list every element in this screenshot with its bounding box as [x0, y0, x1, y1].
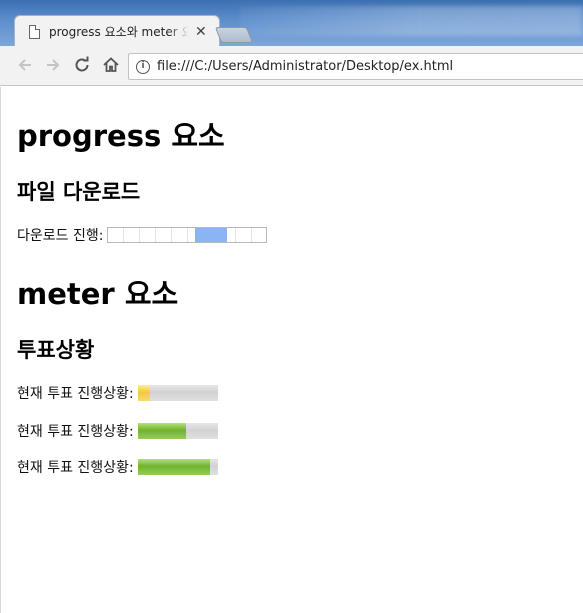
page-icon — [29, 24, 40, 39]
meter-fill — [137, 423, 186, 439]
progress-indicator — [195, 228, 227, 242]
reload-icon[interactable] — [72, 56, 92, 76]
page-left-border — [0, 87, 1, 613]
new-tab-button[interactable] — [214, 27, 254, 43]
vote-row: 현재 투표 진행상황: — [17, 457, 218, 477]
meter-heading: meter 요소 — [17, 277, 179, 311]
browser-tab[interactable]: progress 요소와 meter 요소 ✕ — [14, 15, 220, 46]
download-label: 다운로드 진행: — [17, 228, 104, 244]
home-icon[interactable] — [101, 56, 121, 76]
progress-segments — [108, 228, 266, 242]
close-tab-icon[interactable]: ✕ — [195, 25, 207, 39]
blurred-background — [240, 6, 583, 36]
browser-toolbar: i file:///C:/Users/Administrator/Desktop… — [0, 46, 583, 86]
download-row: 다운로드 진행: — [17, 225, 268, 245]
vote-label: 현재 투표 진행상황: — [17, 424, 134, 440]
address-bar[interactable]: i file:///C:/Users/Administrator/Desktop… — [128, 53, 583, 80]
progress-heading: progress 요소 — [17, 119, 225, 153]
browser-titlebar: progress 요소와 meter 요소 ✕ — [0, 0, 583, 46]
vote-label: 현재 투표 진행상황: — [17, 386, 134, 402]
download-heading: 파일 다운로드 — [17, 180, 141, 204]
forward-arrow-icon[interactable] — [43, 56, 63, 76]
back-arrow-icon[interactable] — [15, 56, 35, 76]
vote-label: 현재 투표 진행상황: — [17, 460, 134, 476]
meter-fill — [137, 459, 210, 475]
vote-meter — [137, 459, 218, 475]
vote-heading: 투표상황 — [17, 338, 95, 362]
vote-meter — [137, 423, 218, 439]
download-progress-bar — [107, 227, 268, 243]
tab-title: progress 요소와 meter 요소 — [49, 25, 189, 39]
vote-row: 현재 투표 진행상황: — [17, 421, 218, 441]
page-content: progress 요소 파일 다운로드 다운로드 진행: meter 요소 투표… — [0, 87, 583, 613]
info-icon[interactable]: i — [136, 59, 150, 74]
vote-row: 현재 투표 진행상황: — [17, 383, 218, 403]
vote-meter — [137, 385, 218, 401]
url-text: file:///C:/Users/Administrator/Desktop/e… — [157, 59, 454, 74]
meter-fill — [137, 385, 150, 401]
